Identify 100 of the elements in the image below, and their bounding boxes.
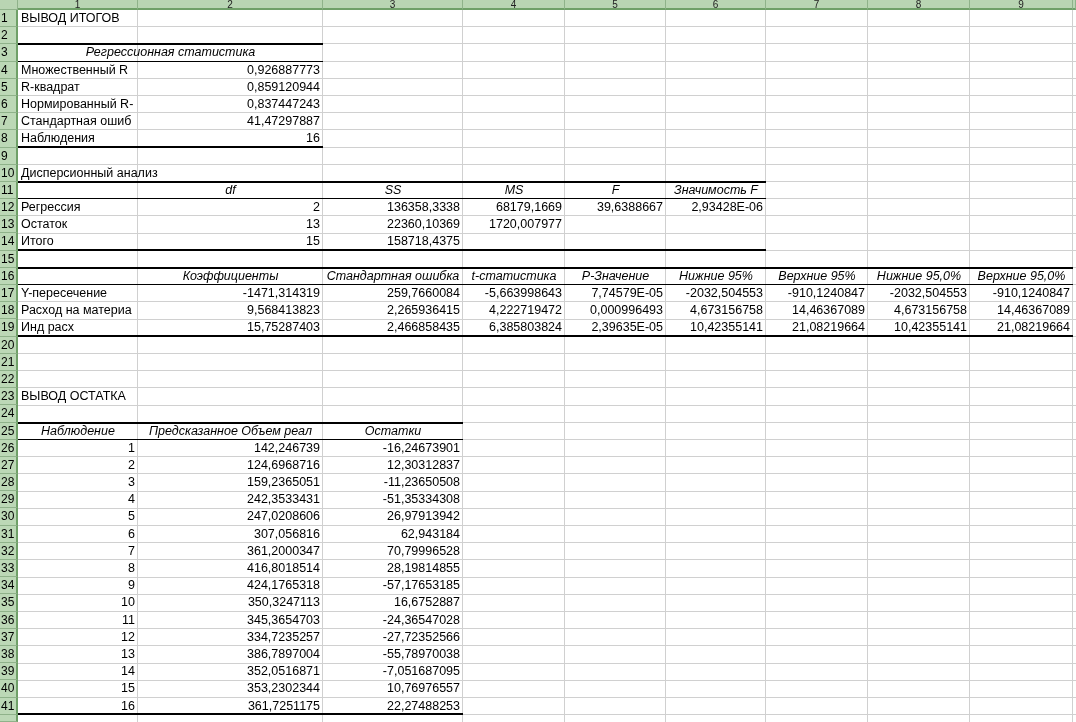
table-cell-text: 247,0208606 bbox=[246, 508, 321, 526]
table-cell-text: 13 bbox=[120, 645, 136, 663]
table-cell-text: 259,7660084 bbox=[386, 285, 461, 302]
table-cell-text: -1471,314319 bbox=[241, 285, 321, 302]
table-cell-text: 12,30312837 bbox=[386, 456, 461, 474]
row-header[interactable]: 35 bbox=[0, 594, 18, 612]
column-header[interactable]: 1 bbox=[18, 0, 138, 10]
row-header[interactable]: 17 bbox=[0, 285, 18, 303]
row-label: Наблюдения bbox=[20, 130, 96, 148]
table-cell-text: 7 bbox=[127, 542, 136, 560]
table-cell-text: -16,24673901 bbox=[381, 439, 461, 457]
row-header[interactable]: 39 bbox=[0, 663, 18, 681]
table-cell-text: 14,46367089 bbox=[791, 302, 866, 320]
column-header[interactable]: 7 bbox=[766, 0, 868, 10]
column-heading: SS bbox=[383, 181, 403, 199]
column-heading: Верхние 95% bbox=[777, 267, 857, 285]
table-cell-text: 16 bbox=[120, 697, 136, 715]
row-header[interactable]: 29 bbox=[0, 491, 18, 509]
column-heading: Нижние 95% bbox=[678, 267, 754, 285]
row-label: Регрессия bbox=[20, 199, 82, 217]
table-cell-text: 9,568413823 bbox=[246, 302, 321, 320]
table-cell-text: 2,39635E-05 bbox=[590, 319, 664, 337]
table-cell-text: 242,3533431 bbox=[246, 491, 321, 509]
row-header[interactable]: 7 bbox=[0, 113, 18, 131]
table-cell-text: 345,3654703 bbox=[246, 611, 321, 629]
column-header[interactable]: 9 bbox=[970, 0, 1073, 10]
table-cell-text: 136358,3338 bbox=[386, 199, 461, 217]
table-cell-text: 26,97913942 bbox=[386, 508, 461, 526]
table-cell-text: 2 bbox=[312, 199, 321, 217]
table-cell-text: 124,6968716 bbox=[246, 456, 321, 474]
row-label: Стандартная ошиб bbox=[20, 113, 133, 131]
row-header[interactable]: 23 bbox=[0, 388, 18, 406]
row-header[interactable]: 13 bbox=[0, 216, 18, 234]
table-cell-text: 10,42355141 bbox=[893, 319, 968, 337]
table-cell-text: 1720,007977 bbox=[488, 216, 563, 234]
row-header[interactable]: 18 bbox=[0, 302, 18, 320]
table-cell-text: 68179,1669 bbox=[494, 199, 563, 217]
table-cell-text: 62,943184 bbox=[399, 525, 461, 543]
table-cell-text: 350,3247113 bbox=[246, 594, 321, 612]
column-header[interactable]: 6 bbox=[666, 0, 766, 10]
column-heading: Коэффициенты bbox=[181, 267, 280, 285]
table-cell-text: 10 bbox=[120, 594, 136, 612]
table-cell-text: 21,08219664 bbox=[996, 319, 1071, 337]
row-header[interactable]: 33 bbox=[0, 560, 18, 578]
row-header[interactable]: 40 bbox=[0, 680, 18, 698]
table-cell-text: 10,42355141 bbox=[689, 319, 764, 337]
table-cell-text: 39,6388667 bbox=[595, 199, 664, 217]
column-header[interactable]: 4 bbox=[463, 0, 565, 10]
column-heading: Стандартная ошибка bbox=[325, 267, 461, 285]
table-cell-text: 6 bbox=[127, 525, 136, 543]
row-header[interactable]: 2 bbox=[0, 27, 18, 45]
table-cell-text: 6,385803824 bbox=[488, 319, 563, 337]
column-heading: Остатки bbox=[363, 422, 423, 440]
table-cell-text: 1 bbox=[127, 439, 136, 457]
table-cell-text: 0,926887773 bbox=[246, 61, 321, 79]
row-label: Инд расх bbox=[20, 319, 76, 337]
table-cell-text: 15,75287403 bbox=[246, 319, 321, 337]
row-header[interactable]: 34 bbox=[0, 577, 18, 595]
row-label: R-квадрат bbox=[20, 78, 81, 96]
row-header[interactable]: 1 bbox=[0, 10, 18, 28]
row-header[interactable]: 19 bbox=[0, 319, 18, 337]
column-header[interactable]: 8 bbox=[868, 0, 970, 10]
row-header[interactable]: 14 bbox=[0, 233, 18, 251]
table-cell-text: 4,673156758 bbox=[689, 302, 764, 320]
table-cell-text: 361,7251175 bbox=[246, 697, 321, 715]
row-header[interactable]: 24 bbox=[0, 405, 18, 423]
table-cell-text: 352,0516871 bbox=[246, 663, 321, 681]
row-header[interactable]: 3 bbox=[0, 44, 18, 62]
table-cell-text: 16,6752887 bbox=[392, 594, 461, 612]
select-all-corner[interactable] bbox=[0, 0, 18, 10]
row-header[interactable]: 12 bbox=[0, 199, 18, 217]
table-cell-text: 5 bbox=[127, 508, 136, 526]
table-cell-text: 158718,4375 bbox=[386, 233, 461, 251]
row-header[interactable]: 30 bbox=[0, 508, 18, 526]
table-cell-text: 7,74579E-05 bbox=[590, 285, 664, 302]
table-cell-text: 10,76976557 bbox=[386, 680, 461, 698]
column-header[interactable]: 2 bbox=[138, 0, 323, 10]
column-heading: Нижние 95,0% bbox=[875, 267, 963, 285]
section-title: ВЫВОД ОСТАТКА bbox=[20, 388, 127, 406]
column-heading: MS bbox=[503, 181, 525, 199]
table-cell-text: -11,23650508 bbox=[382, 474, 461, 492]
table-cell-text: 2,93428E-06 bbox=[690, 199, 764, 217]
column-heading: Наблюдение bbox=[40, 422, 116, 440]
column-header[interactable]: 3 bbox=[323, 0, 463, 10]
section-title: ВЫВОД ИТОГОВ bbox=[20, 10, 121, 27]
table-cell-text: 4,222719472 bbox=[488, 302, 563, 320]
table-cell-text: -27,72352566 bbox=[381, 628, 461, 646]
table-cell-text: 41,47297887 bbox=[246, 113, 321, 131]
table-cell-text: 2,265936415 bbox=[386, 302, 461, 320]
table-cell-text: -2032,504553 bbox=[888, 285, 968, 302]
table-cell-text: 9 bbox=[127, 577, 136, 595]
row-label: Множественный R bbox=[20, 61, 130, 79]
table-cell-text: 21,08219664 bbox=[791, 319, 866, 337]
column-heading: Предсказанное Объем реал bbox=[148, 422, 313, 440]
row-header[interactable]: 8 bbox=[0, 130, 18, 148]
column-header[interactable]: 5 bbox=[565, 0, 666, 10]
row-header[interactable]: 28 bbox=[0, 474, 18, 492]
table-cell-text: -5,663998643 bbox=[483, 285, 563, 302]
header-strip bbox=[0, 714, 18, 722]
table-cell-text: 416,8018514 bbox=[246, 560, 321, 577]
